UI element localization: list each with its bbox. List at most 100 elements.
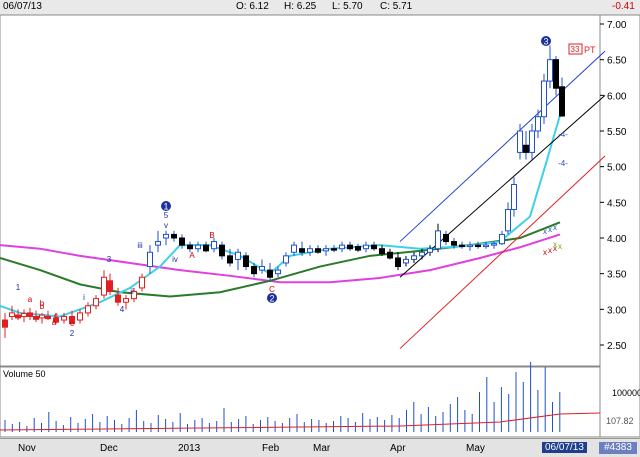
candle-body bbox=[291, 244, 297, 253]
wave-sub-label: a bbox=[52, 318, 57, 327]
candle-body bbox=[443, 233, 449, 243]
projection-marker: x bbox=[543, 227, 547, 236]
candle-body bbox=[139, 276, 145, 289]
date-axis: Nov Dec 2013 Feb Mar Apr May 06/07/13 #4… bbox=[0, 438, 640, 457]
projection-marker: x bbox=[548, 225, 552, 234]
wave-sub-label: b bbox=[40, 299, 45, 308]
candle-body bbox=[541, 80, 547, 118]
wave-3-label: 3 bbox=[543, 37, 548, 47]
candle-body bbox=[251, 266, 257, 275]
candle-body bbox=[61, 315, 67, 321]
candle-body bbox=[483, 244, 489, 248]
wave-2-label: 2 bbox=[269, 294, 274, 304]
candle-body bbox=[355, 246, 361, 251]
candle-body bbox=[9, 312, 15, 317]
candle-body bbox=[101, 276, 107, 296]
candle-body bbox=[363, 244, 369, 250]
wave-sub-label: v bbox=[164, 221, 168, 230]
candle-body bbox=[77, 312, 83, 321]
candle-body bbox=[227, 255, 233, 264]
candle-body bbox=[517, 130, 523, 153]
candle-body bbox=[347, 244, 353, 250]
projection-marker: x bbox=[553, 240, 557, 249]
target-badge: 33 bbox=[571, 45, 580, 54]
candle-body bbox=[435, 230, 441, 250]
price-tick-label: 6.50 bbox=[607, 56, 627, 67]
wave-sub-label: a bbox=[28, 295, 33, 304]
projection-marker: x bbox=[558, 242, 562, 251]
candle-body bbox=[39, 314, 45, 319]
symbol-badge[interactable]: #4383 bbox=[599, 442, 637, 454]
candle-body bbox=[2, 319, 8, 328]
candle-body bbox=[33, 315, 39, 320]
wave-sub-label: B bbox=[209, 231, 214, 240]
price-tick-label: 4.00 bbox=[607, 234, 627, 245]
wave-sub-label: iii bbox=[137, 241, 143, 250]
annotation-label: -4- bbox=[558, 159, 568, 168]
candle-body bbox=[451, 241, 457, 246]
candle-body bbox=[107, 280, 113, 292]
candle-body bbox=[27, 312, 33, 317]
candle-body bbox=[203, 244, 209, 252]
candle-body bbox=[85, 305, 91, 314]
candle-body bbox=[559, 86, 565, 117]
candle-body bbox=[315, 248, 321, 253]
candle-body bbox=[511, 184, 517, 210]
candle-body bbox=[155, 241, 161, 246]
candle-body bbox=[235, 251, 241, 260]
projection-marker: x bbox=[543, 248, 547, 257]
price-chart[interactable]: 7.00 6.50 6.00 5.50 5.00 4.50 4.00 3.50 3.00 2.50… bbox=[0, 0, 640, 438]
candle-body bbox=[475, 244, 481, 248]
candle-body bbox=[499, 233, 505, 245]
candle-body bbox=[547, 59, 553, 82]
candle-body bbox=[275, 269, 281, 275]
wave-sub-label: 3 bbox=[107, 255, 112, 264]
candle-body bbox=[331, 248, 337, 251]
candle-body bbox=[323, 248, 329, 252]
candle-body bbox=[283, 255, 289, 264]
month-label: 2013 bbox=[178, 443, 201, 454]
candle-body bbox=[259, 266, 265, 271]
month-label: Dec bbox=[100, 443, 118, 454]
price-tick-label: 2.50 bbox=[607, 341, 627, 352]
price-tick-label: 7.00 bbox=[607, 20, 627, 31]
candle-body bbox=[115, 294, 121, 303]
candle-body bbox=[267, 269, 273, 278]
candle-body bbox=[147, 251, 153, 268]
annotation-label: -4- bbox=[558, 130, 568, 139]
candle-body bbox=[535, 116, 541, 132]
price-axis bbox=[599, 14, 640, 438]
candle-body bbox=[387, 251, 393, 259]
candle-body bbox=[505, 208, 511, 232]
price-tick-label: 3.50 bbox=[607, 270, 627, 281]
candle-body bbox=[123, 298, 129, 303]
projection-marker: x bbox=[548, 246, 552, 255]
candle-body bbox=[459, 244, 465, 248]
current-date-marker: 06/07/13 bbox=[542, 442, 587, 453]
candle-body bbox=[195, 244, 201, 250]
candle-body bbox=[179, 237, 185, 246]
price-tick-label: 3.00 bbox=[607, 305, 627, 316]
candle-body bbox=[243, 255, 249, 268]
candle-body bbox=[339, 244, 345, 250]
candle-body bbox=[187, 244, 193, 250]
candle-body bbox=[171, 233, 177, 239]
month-label: Mar bbox=[313, 443, 331, 454]
volume-value: 107.82 bbox=[606, 416, 634, 426]
candle-body bbox=[371, 244, 377, 250]
wave-sub-label: c bbox=[70, 319, 74, 328]
candle-body bbox=[523, 144, 529, 153]
month-label: May bbox=[466, 443, 485, 454]
wave-1-label: 1 bbox=[163, 202, 168, 212]
volume-title: Volume 50 bbox=[3, 369, 46, 379]
candle-body bbox=[553, 59, 559, 89]
candle-body bbox=[395, 257, 401, 268]
month-label: Feb bbox=[262, 443, 280, 454]
candle-body bbox=[21, 313, 27, 317]
wave-sub-label: 4 bbox=[120, 305, 125, 314]
candle-body bbox=[379, 248, 385, 255]
candle-body bbox=[411, 255, 417, 260]
candle-body bbox=[491, 243, 497, 246]
wave-sub-label: 2 bbox=[70, 329, 75, 338]
wave-sub-label: A bbox=[189, 251, 195, 260]
